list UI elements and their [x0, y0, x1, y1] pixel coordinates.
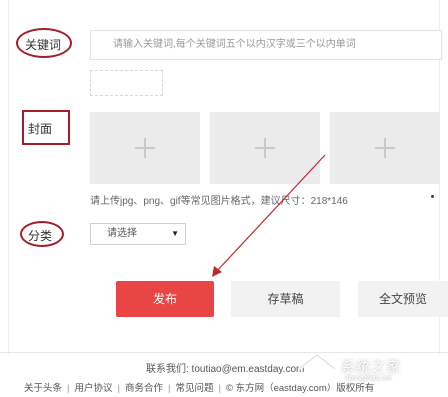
house-logo-icon — [298, 353, 336, 384]
watermark-url: xitongzhijia.net — [345, 375, 392, 382]
footer-link-faq[interactable]: 常见问题 — [175, 383, 213, 394]
footer-link-business[interactable]: 商务合作 — [125, 383, 163, 394]
footer-link-terms[interactable]: 用户协议 — [74, 383, 112, 394]
site-watermark: 系统之家 xitongzhijia.net — [293, 351, 443, 385]
footer-link-about[interactable]: 关于头条 — [24, 383, 62, 394]
annotation-dot — [431, 195, 434, 198]
footer-contact: 联系我们: toutiao@em.eastday.com — [146, 364, 305, 375]
watermark-text: 系统之家 — [341, 359, 401, 375]
publish-form-page: 关键词 请输入关键词,每个关键词五个以内汉字或三个以内单词 封面 请上传jpg、… — [0, 0, 448, 397]
annotation-arrow — [212, 154, 326, 277]
